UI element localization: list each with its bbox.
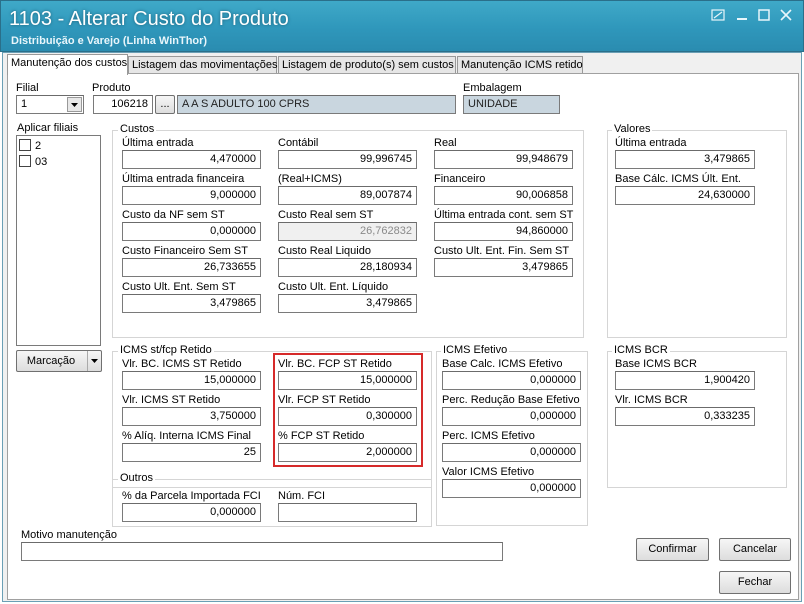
list-item: 03 — [35, 156, 48, 168]
valor-icms-efetivo-field[interactable]: 0,000000 — [442, 479, 581, 498]
cancelar-button[interactable]: Cancelar — [719, 538, 791, 561]
pin-icon[interactable] — [709, 9, 727, 23]
perc-reducao-field[interactable]: 0,000000 — [442, 407, 581, 426]
maximize-icon[interactable] — [755, 9, 773, 23]
list-item: 2 — [35, 140, 42, 152]
custo-financeiro-sem-st-field[interactable]: 26,733655 — [122, 258, 261, 277]
base-icms-bcr-label: Base ICMS BCR — [615, 358, 697, 370]
icms-st-group-title: ICMS st/fcp Retido — [118, 344, 214, 356]
parcela-importada-field[interactable]: 0,000000 — [122, 503, 261, 522]
perc-icms-efetivo-field[interactable]: 0,000000 — [442, 443, 581, 462]
vlr-icms-bcr-field[interactable]: 0,333235 — [615, 407, 755, 426]
vlr-bc-icms-st-field[interactable]: 15,000000 — [122, 371, 261, 390]
ultima-entrada-field[interactable]: 4,470000 — [122, 150, 261, 169]
base-calc-icms-efetivo-field[interactable]: 0,000000 — [442, 371, 581, 390]
ultima-entrada-label: Última entrada — [122, 137, 194, 149]
financeiro-field[interactable]: 90,006858 — [434, 186, 573, 205]
custo-nf-sem-st-field[interactable]: 0,000000 — [122, 222, 261, 241]
contabil-field[interactable]: 99,996745 — [278, 150, 417, 169]
real-field[interactable]: 99,948679 — [434, 150, 573, 169]
produto-code-input[interactable]: 106218 — [93, 95, 153, 114]
close-icon[interactable] — [777, 9, 795, 23]
base-calc-icms-efetivo-label: Base Calc. ICMS Efetivo — [442, 358, 563, 370]
parcela-importada-label: % da Parcela Importada FCI — [122, 490, 261, 502]
filial-value: 1 — [21, 98, 28, 110]
financeiro-label: Financeiro — [434, 173, 486, 185]
fcp-highlight-box — [273, 353, 423, 467]
window-title: 1103 - Alterar Custo do Produto — [9, 8, 289, 30]
vlr-icms-st-label: Vlr. ICMS ST Retido — [122, 394, 221, 406]
produto-description: A A S ADULTO 100 CPRS — [177, 95, 456, 114]
custo-real-liquido-field[interactable]: 28,180934 — [278, 258, 417, 277]
custo-ult-ent-fin-sem-st-field[interactable]: 3,479865 — [434, 258, 573, 277]
custo-real-sem-st-label: Custo Real sem ST — [278, 209, 374, 221]
contabil-label: Contábil — [278, 137, 319, 149]
custo-ult-ent-sem-st-field[interactable]: 3,479865 — [122, 294, 261, 313]
embalagem-label: Embalagem — [463, 82, 522, 94]
base-icms-bcr-field[interactable]: 1,900420 — [615, 371, 755, 390]
motivo-input[interactable] — [21, 542, 503, 561]
filial-select[interactable]: 1 — [16, 95, 84, 114]
ultima-entrada-cont-sem-st-label: Última entrada cont. sem ST — [434, 209, 574, 221]
perc-icms-efetivo-label: Perc. ICMS Efetivo — [442, 430, 535, 442]
custo-ult-ent-liquido-label: Custo Ult. Ent. Líquido — [278, 281, 389, 293]
custos-group-title: Custos — [118, 123, 157, 135]
outros-group-title: Outros — [118, 472, 156, 484]
minimize-icon[interactable] — [733, 9, 751, 23]
tab-listagem-movimentacoes[interactable]: Listagem das movimentações — [128, 56, 278, 74]
custo-ult-ent-fin-sem-st-label: Custo Ult. Ent. Fin. Sem ST — [434, 245, 570, 257]
ultima-entrada-financeira-label: Última entrada financeira — [122, 173, 245, 185]
custo-nf-sem-st-label: Custo da NF sem ST — [122, 209, 225, 221]
tab-panel: Filial 1 Produto 106218 ... A A S ADULTO… — [7, 73, 799, 600]
aplicar-filiais-list[interactable]: 2 03 — [16, 135, 101, 346]
custo-real-sem-st-field: 26,762832 — [278, 222, 417, 241]
num-fci-label: Núm. FCI — [278, 490, 326, 502]
icms-efetivo-group-title: ICMS Efetivo — [441, 344, 510, 356]
tab-produtos-sem-custos[interactable]: Listagem de produto(s) sem custos — [278, 56, 456, 74]
embalagem-value: UNIDADE — [463, 95, 560, 114]
base-calc-icms-label: Base Cálc. ICMS Últ. Ent. — [615, 173, 741, 185]
marcacao-label: Marcação — [26, 355, 76, 367]
marcacao-button[interactable]: Marcação — [16, 350, 102, 372]
ultima-entrada-cont-sem-st-field[interactable]: 94,860000 — [434, 222, 573, 241]
icms-bcr-group-title: ICMS BCR — [612, 344, 670, 356]
title-bar: 1103 - Alterar Custo do Produto Distribu… — [0, 0, 804, 52]
valores-ultima-entrada-field[interactable]: 3,479865 — [615, 150, 755, 169]
aliq-interna-field[interactable]: 25 — [122, 443, 261, 462]
filial-checkbox[interactable] — [19, 139, 31, 151]
valor-icms-efetivo-label: Valor ICMS Efetivo — [442, 466, 535, 478]
motivo-label: Motivo manutenção — [21, 529, 117, 541]
vlr-icms-st-field[interactable]: 3,750000 — [122, 407, 261, 426]
aliq-interna-label: % Alíq. Interna ICMS Final — [122, 430, 251, 442]
custo-real-liquido-label: Custo Real Liquido — [278, 245, 371, 257]
ultima-entrada-financeira-field[interactable]: 9,000000 — [122, 186, 261, 205]
base-calc-icms-field[interactable]: 24,630000 — [615, 186, 755, 205]
custo-ult-ent-sem-st-label: Custo Ult. Ent. Sem ST — [122, 281, 236, 293]
window-subtitle: Distribuição e Varejo (Linha WinThor) — [11, 35, 208, 47]
real-icms-field[interactable]: 89,007874 — [278, 186, 417, 205]
valores-ultima-entrada-label: Última entrada — [615, 137, 687, 149]
perc-reducao-label: Perc. Redução Base Efetivo — [442, 394, 580, 406]
produto-browse-button[interactable]: ... — [155, 95, 175, 114]
filial-label: Filial — [16, 82, 39, 94]
aplicar-filiais-label: Aplicar filiais — [17, 122, 79, 134]
chevron-down-icon[interactable] — [67, 97, 82, 112]
chevron-down-icon — [87, 351, 101, 371]
real-icms-label: (Real+ICMS) — [278, 173, 342, 185]
confirmar-button[interactable]: Confirmar — [636, 538, 709, 561]
custo-ult-ent-liquido-field[interactable]: 3,479865 — [278, 294, 417, 313]
produto-label: Produto — [92, 82, 131, 94]
filial-checkbox[interactable] — [19, 155, 31, 167]
real-label: Real — [434, 137, 457, 149]
fechar-button[interactable]: Fechar — [719, 571, 791, 594]
vlr-bc-icms-st-label: Vlr. BC. ICMS ST Retido — [122, 358, 242, 370]
vlr-icms-bcr-label: Vlr. ICMS BCR — [615, 394, 688, 406]
window-client: Manutenção dos custos Listagem das movim… — [2, 52, 802, 602]
tab-icms-retido[interactable]: Manutenção ICMS retido — [457, 56, 583, 74]
custo-financeiro-sem-st-label: Custo Financeiro Sem ST — [122, 245, 248, 257]
num-fci-field[interactable] — [278, 503, 417, 522]
valores-group-title: Valores — [612, 123, 653, 135]
tab-manutencao-custos[interactable]: Manutenção dos custos — [7, 54, 128, 75]
